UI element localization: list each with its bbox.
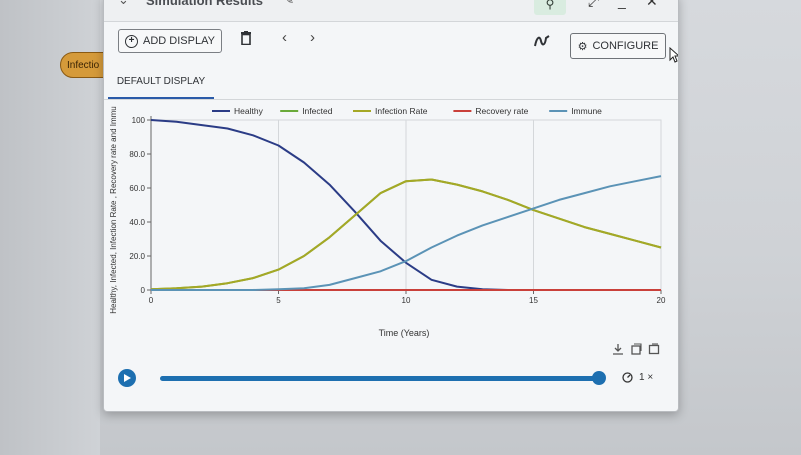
minimize-icon[interactable]: _: [618, 0, 626, 9]
collapse-icon[interactable]: ⌄: [118, 0, 129, 8]
simulation-results-window: ⌄ Simulation Results ✎ ⚲ ⤢ _ ✕ + ADD DIS…: [103, 0, 679, 412]
x-tick-label: 20: [657, 296, 666, 305]
legend-label: Infected: [302, 106, 333, 116]
copy-icon[interactable]: [630, 343, 642, 355]
x-tick-label: 0: [149, 296, 154, 305]
y-tick-label: 80.0: [129, 150, 145, 159]
playback-speed[interactable]: 1 ×: [622, 372, 653, 383]
y-tick-label: 20.0: [129, 252, 145, 261]
x-tick-label: 5: [276, 296, 281, 305]
trash-icon[interactable]: [240, 31, 252, 45]
legend-label: Immune: [571, 106, 602, 116]
add-display-label: ADD DISPLAY: [143, 35, 215, 47]
previous-display-button[interactable]: ‹: [282, 29, 287, 46]
fullscreen-icon[interactable]: [648, 343, 660, 355]
chart-actions: [612, 343, 660, 355]
y-axis-label: Healthy, Infected, Infection Rate , Reco…: [109, 106, 118, 314]
play-button[interactable]: [118, 369, 136, 387]
chart-legend: Healthy Infected Infection Rate Recovery ra…: [212, 106, 602, 116]
window-titlebar[interactable]: ⌄ Simulation Results ✎ ⚲ ⤢ _ ✕: [104, 0, 678, 22]
close-icon[interactable]: ✕: [646, 0, 658, 10]
y-tick-label: 60.0: [129, 184, 145, 193]
configure-button[interactable]: ⚙ CONFIGURE: [570, 33, 666, 59]
legend-label: Recovery rate: [475, 106, 528, 116]
next-display-button[interactable]: ›: [310, 29, 315, 46]
x-axis-label: Time (Years): [379, 328, 430, 338]
results-toolbar: + ADD DISPLAY ‹ › ⚙ CONFIGURE: [104, 25, 678, 61]
add-display-button[interactable]: + ADD DISPLAY: [118, 29, 222, 53]
edit-icon[interactable]: ✎: [284, 0, 294, 7]
x-tick-label: 10: [402, 296, 411, 305]
legend-label: Healthy: [234, 106, 264, 116]
window-title: Simulation Results: [146, 0, 264, 8]
y-tick-label: 40.0: [129, 218, 145, 227]
timeline-thumb[interactable]: [592, 371, 606, 385]
y-tick-label: 100: [132, 116, 146, 125]
x-tick-label: 15: [529, 296, 538, 305]
configure-label: CONFIGURE: [592, 40, 659, 52]
plus-circle-icon: +: [125, 34, 139, 48]
simulation-chart: Healthy Infected Infection Rate Recovery ra…: [109, 106, 666, 338]
pin-icon[interactable]: ⚲: [534, 0, 566, 15]
legend-label: Infection Rate: [375, 106, 428, 116]
tab-default-display[interactable]: DEFAULT DISPLAY: [108, 67, 214, 99]
play-icon: [124, 374, 131, 382]
speed-gauge-icon: [622, 372, 633, 383]
timeline-slider[interactable]: [160, 376, 600, 381]
download-icon[interactable]: [612, 343, 624, 355]
chart-axes: 0 5 10 15 20 0 20.0 40.0 60.0 80.0 100: [129, 116, 666, 305]
line-style-icon[interactable]: [534, 34, 550, 48]
gear-icon: ⚙: [577, 40, 588, 53]
chart-grid: [150, 119, 662, 291]
playback-bar: 1 ×: [104, 365, 678, 395]
mouse-cursor: [669, 47, 678, 63]
y-tick-label: 0: [141, 286, 146, 295]
maximize-icon[interactable]: ⤢: [588, 0, 599, 10]
speed-label: 1 ×: [639, 372, 654, 383]
